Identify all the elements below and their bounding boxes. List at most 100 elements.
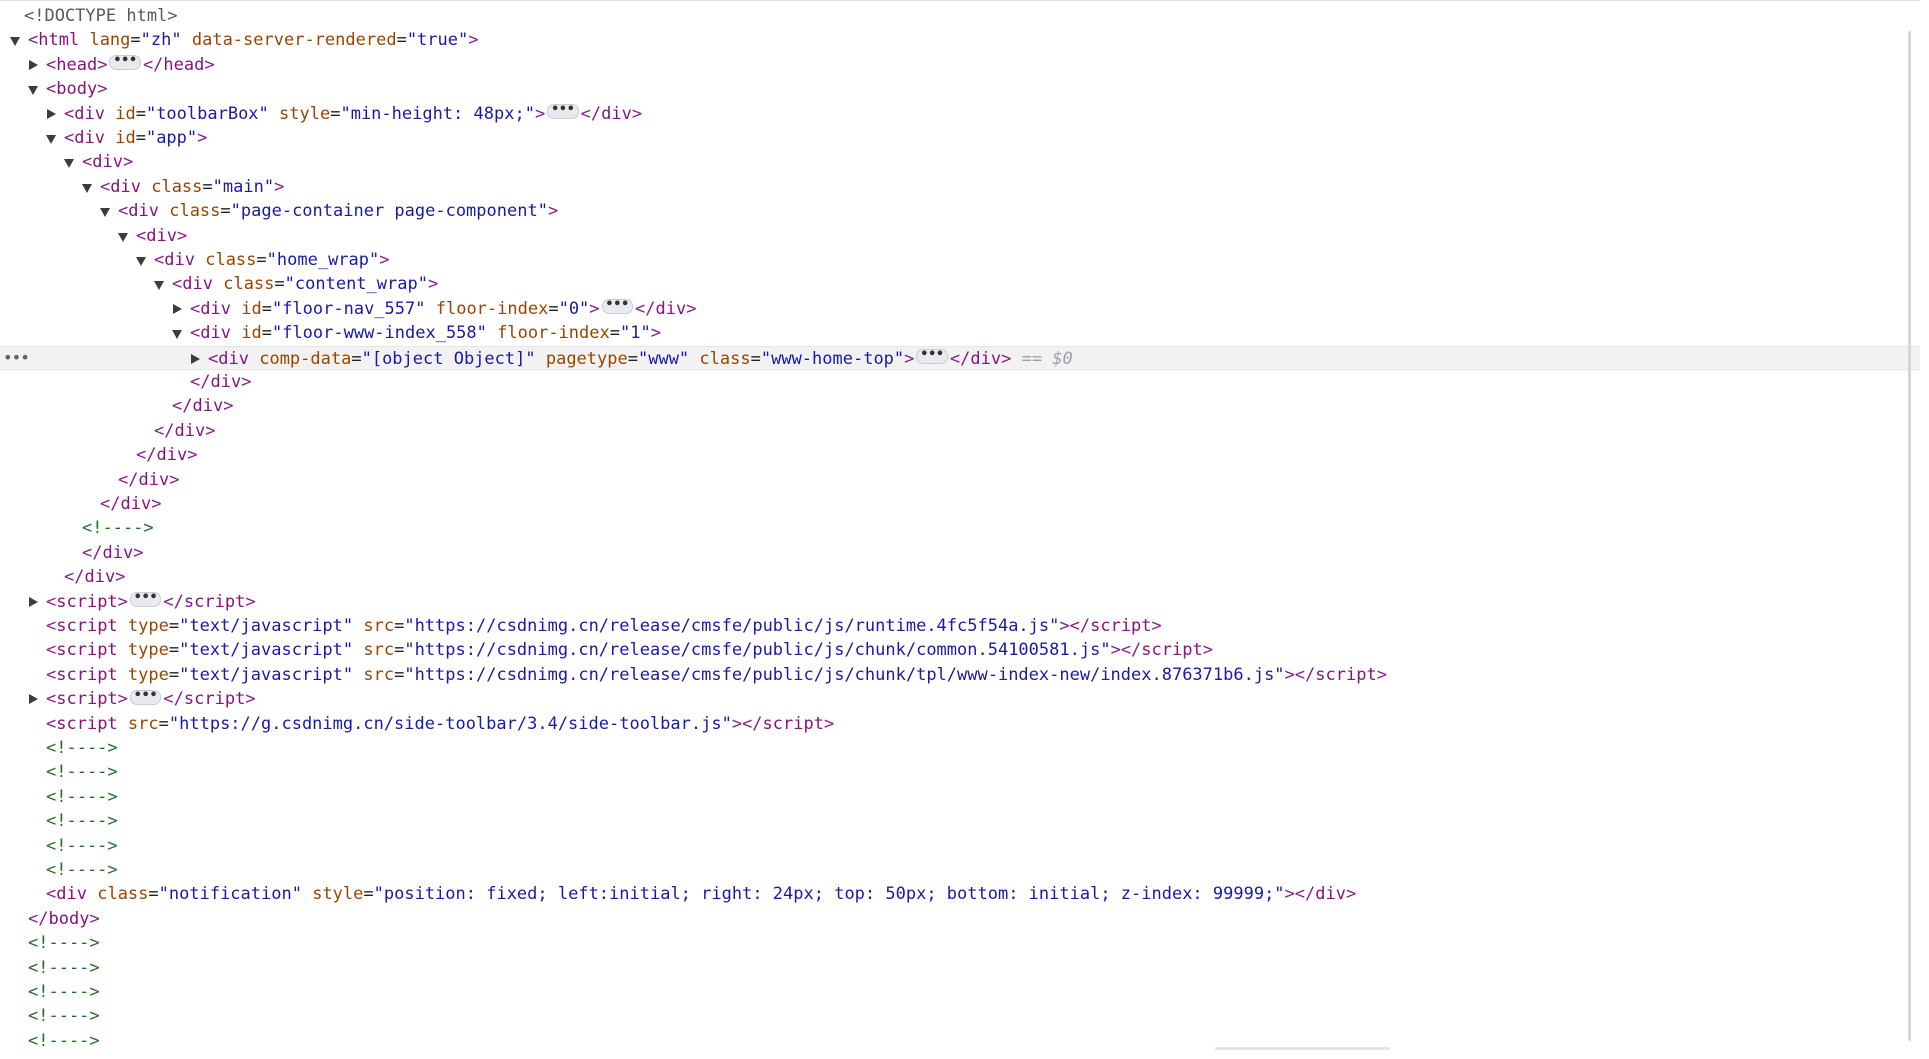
attribute-name[interactable]: type — [128, 665, 169, 685]
attribute-name[interactable]: floor-index — [436, 299, 549, 319]
attribute-value[interactable]: "text/javascript" — [179, 665, 353, 685]
attribute-name[interactable]: id — [115, 104, 135, 124]
expand-children-ellipsis-icon[interactable]: ••• — [601, 298, 634, 315]
attribute-name[interactable]: style — [279, 104, 330, 124]
dom-node-row[interactable]: </div> — [0, 565, 1920, 589]
attribute-name[interactable]: id — [241, 299, 261, 319]
dom-node-row[interactable]: <!----> — [0, 785, 1920, 809]
attribute-value[interactable]: "app" — [146, 128, 197, 148]
attribute-value[interactable]: "www" — [638, 349, 689, 369]
expand-children-ellipsis-icon[interactable]: ••• — [129, 591, 162, 608]
dom-node-row[interactable]: <!----> — [0, 858, 1920, 882]
attribute-value[interactable]: "true" — [407, 30, 468, 50]
attribute-value[interactable]: "www-home-top" — [761, 349, 904, 369]
dom-node-row[interactable]: <div class="page-container page-componen… — [0, 199, 1920, 223]
dom-node-row[interactable]: <script src="https://g.csdnimg.cn/side-t… — [0, 712, 1920, 736]
attribute-value[interactable]: "content_wrap" — [285, 274, 428, 294]
attribute-value[interactable]: "0" — [559, 299, 590, 319]
attribute-link[interactable]: "https://csdnimg.cn/release/cmsfe/public… — [404, 665, 1284, 685]
attribute-value[interactable]: "text/javascript" — [179, 616, 353, 636]
attribute-name[interactable]: src — [363, 616, 394, 636]
collapse-arrow-icon[interactable] — [172, 297, 183, 321]
dom-node-row[interactable]: </div> — [0, 492, 1920, 516]
attribute-name[interactable]: lang — [89, 30, 130, 50]
dom-node-row[interactable]: <!----> — [0, 809, 1920, 833]
attribute-name[interactable]: data-server-rendered — [192, 30, 397, 50]
collapse-arrow-icon[interactable] — [28, 53, 39, 77]
attribute-value[interactable]: "position: fixed; left:initial; right: 2… — [374, 884, 1285, 904]
attribute-value[interactable]: "main" — [213, 177, 274, 197]
dom-node-row[interactable]: </div> — [0, 541, 1920, 565]
attribute-name[interactable]: class — [169, 201, 220, 221]
dom-node-row[interactable]: <div class="content_wrap"> — [0, 272, 1920, 296]
dom-node-row[interactable]: <script type="text/javascript" src="http… — [0, 614, 1920, 638]
expand-arrow-icon[interactable] — [172, 321, 183, 345]
dom-node-row[interactable]: <div class="main"> — [0, 175, 1920, 199]
attribute-name[interactable]: src — [128, 714, 159, 734]
dom-node-row[interactable]: <script> ••• </script> — [0, 590, 1920, 614]
dom-node-row[interactable]: <script type="text/javascript" src="http… — [0, 638, 1920, 662]
expand-arrow-icon[interactable] — [118, 224, 129, 248]
attribute-name[interactable]: class — [223, 274, 274, 294]
attribute-name[interactable]: class — [205, 250, 256, 270]
dom-node-row[interactable]: <script> ••• </script> — [0, 687, 1920, 711]
dom-node-row[interactable]: <div id="floor-www-index_558" floor-inde… — [0, 321, 1920, 345]
attribute-value[interactable]: "home_wrap" — [267, 250, 380, 270]
dom-node-row[interactable]: <!----> — [0, 931, 1920, 955]
attribute-name[interactable]: src — [363, 665, 394, 685]
attribute-value[interactable]: "[object Object]" — [362, 349, 536, 369]
dom-node-row[interactable]: </div> — [0, 443, 1920, 467]
attribute-name[interactable]: id — [241, 323, 261, 343]
dom-node-row[interactable]: <body> — [0, 77, 1920, 101]
expand-arrow-icon[interactable] — [10, 28, 21, 52]
dom-node-row[interactable]: <!----> — [0, 736, 1920, 760]
dom-node-row[interactable]: </div> — [0, 419, 1920, 443]
attribute-link[interactable]: "https://csdnimg.cn/release/cmsfe/public… — [404, 640, 1110, 660]
attribute-value[interactable]: "floor-nav_557" — [272, 299, 426, 319]
dom-node-row[interactable]: <script type="text/javascript" src="http… — [0, 663, 1920, 687]
dom-node-row[interactable]: <!----> — [0, 1004, 1920, 1028]
expand-arrow-icon[interactable] — [136, 248, 147, 272]
vertical-scrollbar[interactable] — [1908, 31, 1911, 1041]
collapse-arrow-icon[interactable] — [46, 102, 57, 126]
expand-children-ellipsis-icon[interactable]: ••• — [916, 348, 948, 365]
dom-node-row[interactable]: <div class="notification" style="positio… — [0, 882, 1920, 906]
dom-node-row[interactable]: <div id="app"> — [0, 126, 1920, 150]
dom-node-row[interactable]: </div> — [0, 468, 1920, 492]
attribute-value[interactable]: "floor-www-index_558" — [272, 323, 487, 343]
attribute-name[interactable]: src — [363, 640, 394, 660]
node-actions-menu-icon[interactable]: ••• — [3, 346, 30, 370]
dom-node-row[interactable]: </div> — [0, 394, 1920, 418]
attribute-name[interactable]: comp-data — [259, 349, 351, 369]
dom-node-row[interactable]: <!----> — [0, 980, 1920, 1004]
dom-node-row[interactable]: <div class="home_wrap"> — [0, 248, 1920, 272]
expand-arrow-icon[interactable] — [64, 150, 75, 174]
expand-children-ellipsis-icon[interactable]: ••• — [129, 689, 162, 705]
attribute-value[interactable]: "1" — [620, 323, 651, 343]
dom-node-row[interactable]: <!DOCTYPE html> — [0, 4, 1920, 28]
attribute-name[interactable]: style — [312, 884, 363, 904]
attribute-name[interactable]: id — [115, 128, 135, 148]
attribute-link[interactable]: "https://g.csdnimg.cn/side-toolbar/3.4/s… — [169, 714, 732, 734]
collapse-arrow-icon[interactable] — [28, 590, 39, 614]
collapse-arrow-icon[interactable] — [28, 687, 39, 711]
attribute-value[interactable]: "min-height: 48px;" — [340, 104, 534, 124]
attribute-name[interactable]: class — [97, 884, 148, 904]
dom-node-row-selected[interactable]: ••• <div comp-data="[object Object]" page… — [0, 345, 1920, 370]
dom-node-row[interactable]: <div> — [0, 224, 1920, 248]
attribute-value[interactable]: "page-container page-component" — [231, 201, 548, 221]
attribute-value[interactable]: "notification" — [159, 884, 302, 904]
dom-node-row[interactable]: <div id="floor-nav_557" floor-index="0">… — [0, 297, 1920, 321]
attribute-name[interactable]: pagetype — [546, 349, 628, 369]
expand-children-ellipsis-icon[interactable]: ••• — [109, 54, 141, 71]
attribute-name[interactable]: type — [128, 640, 169, 660]
dom-node-row[interactable]: <!----> — [0, 956, 1920, 980]
attribute-value[interactable]: "toolbarBox" — [146, 104, 269, 124]
expand-arrow-icon[interactable] — [28, 77, 39, 101]
attribute-link[interactable]: "https://csdnimg.cn/release/cmsfe/public… — [404, 616, 1059, 636]
expand-arrow-icon[interactable] — [82, 175, 93, 199]
attribute-value[interactable]: "zh" — [141, 30, 182, 50]
attribute-name[interactable]: type — [128, 616, 169, 636]
horizontal-scrollbar[interactable] — [1215, 1047, 1390, 1050]
expand-arrow-icon[interactable] — [46, 126, 57, 150]
